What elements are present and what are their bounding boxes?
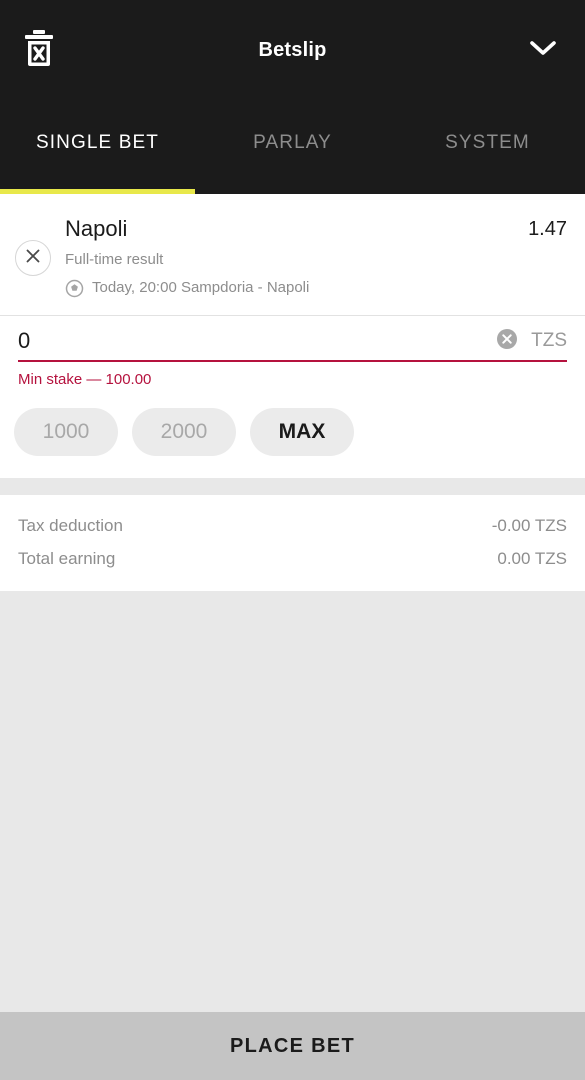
place-bet-button[interactable]: PLACE BET [0,1012,585,1080]
summary-row-total-earning: Total earning 0.00 TZS [18,542,567,575]
header-bar: Betslip [0,0,585,100]
stake-section: TZS Min stake — 100.00 [0,316,585,390]
tab-single-bet-label: SINGLE BET [36,132,159,153]
bet-event-row: Today, 20:00 Sampdoria - Napoli [65,277,511,299]
clear-betslip-button[interactable] [16,25,62,75]
bet-market-name: Full-time result [65,251,164,268]
tab-parlay[interactable]: PARLAY [195,100,390,194]
summary-row-tax-deduction: Tax deduction -0.00 TZS [18,509,567,542]
remove-selection-button[interactable] [15,240,51,276]
tab-parlay-label: PARLAY [253,132,332,153]
clear-stake-button[interactable] [495,327,519,356]
total-earning-label: Total earning [18,549,116,568]
trash-delete-icon [22,29,56,72]
stake-field: TZS [18,328,567,362]
quick-stake-1000-button[interactable]: 1000 [14,408,118,456]
quick-stake-max-button[interactable]: MAX [250,408,354,456]
bet-selection-row: Napoli Full-time result Today, 20:00 Sam… [0,194,585,315]
tab-single-bet[interactable]: SINGLE BET [0,100,195,194]
bet-odds-value: 1.47 [528,218,567,240]
close-x-icon [24,247,42,270]
tab-system[interactable]: SYSTEM [390,100,585,194]
bet-details: Napoli Full-time result Today, 20:00 Sam… [65,210,511,299]
total-earning-value: 0.00 TZS [497,549,567,568]
stake-currency-label: TZS [531,330,567,351]
stake-input[interactable] [18,328,496,354]
tax-deduction-value: -0.00 TZS [491,516,567,535]
clear-circle-x-icon [495,327,519,356]
betslip-tabs: SINGLE BET PARLAY SYSTEM [0,100,585,194]
bet-summary: Tax deduction -0.00 TZS Total earning 0.… [0,495,585,591]
tab-system-label: SYSTEM [445,132,530,153]
tax-deduction-label: Tax deduction [18,516,123,535]
collapse-betslip-button[interactable] [521,32,565,68]
empty-area [0,591,585,1012]
section-spacer [0,478,585,495]
bet-event-text: Today, 20:00 Sampdoria - Napoli [92,279,310,296]
quick-stake-2000-button[interactable]: 2000 [132,408,236,456]
chevron-down-icon [530,40,556,61]
page-title: Betslip [258,38,327,61]
betslip-card: Napoli Full-time result Today, 20:00 Sam… [0,194,585,478]
bet-selection-name: Napoli [65,216,128,241]
soccer-ball-icon [65,279,84,298]
betslip-screen: Betslip SINGLE BET PARLAY SYSTEM Napoli … [0,0,585,1080]
quick-stake-buttons: 1000 2000 MAX [0,390,585,478]
stake-error-message: Min stake — 100.00 [18,371,152,388]
